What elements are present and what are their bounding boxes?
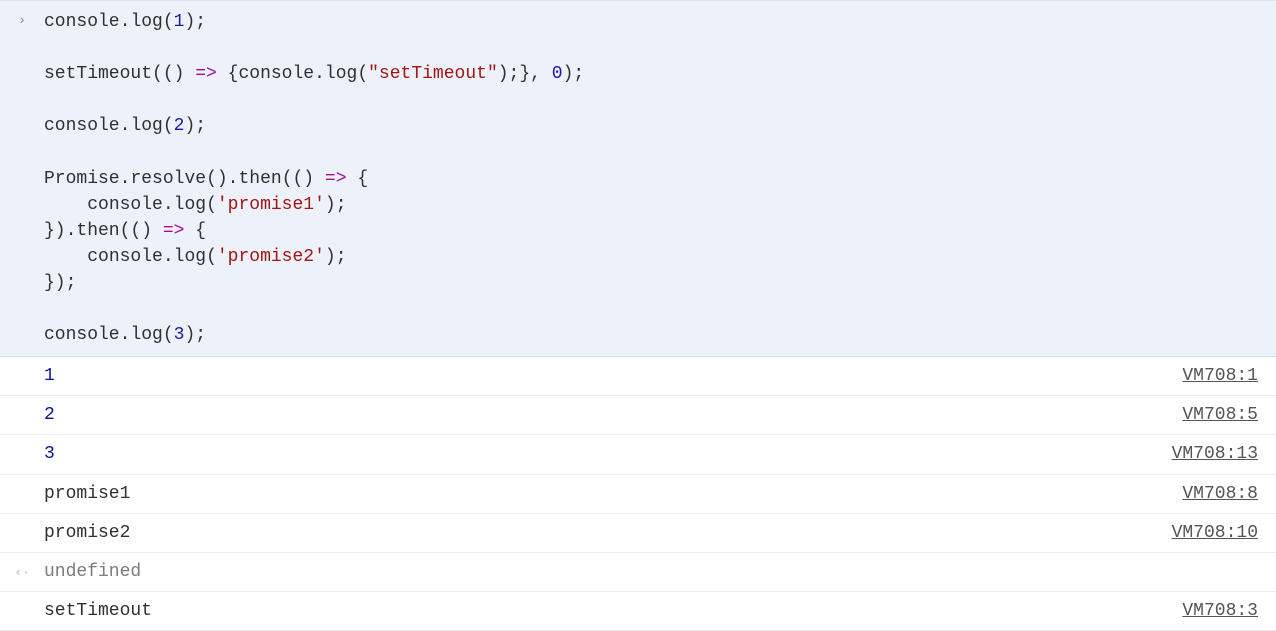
code-line: setTimeout(() => {console.log("setTimeou… bbox=[44, 61, 1264, 87]
code-line: console.log(2); bbox=[44, 113, 1264, 139]
code-token: ( bbox=[163, 12, 174, 32]
code-line: console.log(1); bbox=[44, 9, 1264, 35]
code-input-area[interactable]: console.log(1); setTimeout(() => {consol… bbox=[44, 9, 1276, 348]
code-token: ( bbox=[206, 195, 217, 215]
code-token: 'promise1' bbox=[217, 195, 325, 215]
code-token: ( bbox=[206, 247, 217, 267]
return-arrow-icon: ‹· bbox=[0, 559, 44, 585]
code-token: log bbox=[325, 64, 357, 84]
code-line: Promise.resolve().then(() => { bbox=[44, 166, 1264, 192]
source-link[interactable]: VM708:1 bbox=[1182, 363, 1264, 389]
code-token: . bbox=[120, 12, 131, 32]
code-token: log bbox=[174, 195, 206, 215]
output-message: promise1 bbox=[44, 481, 1182, 507]
code-token: 'promise2' bbox=[217, 247, 325, 267]
code-token: "setTimeout" bbox=[368, 64, 498, 84]
code-token: console bbox=[87, 195, 163, 215]
code-token: ); bbox=[563, 64, 585, 84]
code-line: console.log(3); bbox=[44, 322, 1264, 348]
output-message: undefined bbox=[44, 559, 1264, 585]
console-log-row: 3VM708:13 bbox=[0, 435, 1276, 474]
code-token: ( bbox=[163, 325, 174, 345]
code-token: console bbox=[238, 64, 314, 84]
console-output-list: 1VM708:12VM708:53VM708:13promise1VM708:8… bbox=[0, 357, 1276, 631]
code-token: { bbox=[217, 64, 239, 84]
source-link[interactable]: VM708:8 bbox=[1182, 481, 1264, 507]
code-token: (() bbox=[282, 169, 325, 189]
code-token: 1 bbox=[174, 12, 185, 32]
code-line bbox=[44, 296, 1264, 322]
console-input-block[interactable]: › console.log(1); setTimeout(() => {cons… bbox=[0, 0, 1276, 357]
console-log-row: 2VM708:5 bbox=[0, 396, 1276, 435]
code-line bbox=[44, 87, 1264, 113]
code-line: }).then(() => { bbox=[44, 218, 1264, 244]
code-token: . bbox=[120, 325, 131, 345]
code-token: 3 bbox=[174, 325, 185, 345]
code-token: resolve bbox=[130, 169, 206, 189]
code-token: . bbox=[163, 247, 174, 267]
code-token: log bbox=[130, 325, 162, 345]
code-token: ( bbox=[163, 116, 174, 136]
source-link[interactable]: VM708:13 bbox=[1172, 441, 1264, 467]
output-message: 2 bbox=[44, 402, 1182, 428]
code-token: => bbox=[163, 221, 185, 241]
code-token: ); bbox=[325, 195, 347, 215]
code-token: }). bbox=[44, 221, 76, 241]
code-token: => bbox=[325, 169, 347, 189]
code-token: { bbox=[347, 169, 369, 189]
input-prompt-gutter: › bbox=[0, 9, 44, 37]
console-log-row: promise2VM708:10 bbox=[0, 514, 1276, 553]
code-token bbox=[44, 195, 87, 215]
code-token: => bbox=[195, 64, 217, 84]
console-log-row: 1VM708:1 bbox=[0, 357, 1276, 396]
code-token: log bbox=[130, 12, 162, 32]
console-log-row: promise1VM708:8 bbox=[0, 475, 1276, 514]
code-line: console.log('promise1'); bbox=[44, 192, 1264, 218]
code-token: (() bbox=[152, 64, 195, 84]
output-message: setTimeout bbox=[44, 598, 1182, 624]
code-token bbox=[44, 247, 87, 267]
code-token: ); bbox=[184, 12, 206, 32]
code-token: then bbox=[76, 221, 119, 241]
code-token: (() bbox=[120, 221, 163, 241]
output-message: 1 bbox=[44, 363, 1182, 389]
code-token: 2 bbox=[174, 116, 185, 136]
code-token: . bbox=[163, 195, 174, 215]
code-line: }); bbox=[44, 270, 1264, 296]
code-token: Promise bbox=[44, 169, 120, 189]
code-token: console bbox=[87, 247, 163, 267]
code-token: console bbox=[44, 116, 120, 136]
code-token: . bbox=[120, 116, 131, 136]
code-token: setTimeout bbox=[44, 64, 152, 84]
source-link[interactable]: VM708:10 bbox=[1172, 520, 1264, 546]
code-token: log bbox=[130, 116, 162, 136]
code-token: );}, bbox=[498, 64, 552, 84]
code-token: . bbox=[120, 169, 131, 189]
code-token: log bbox=[174, 247, 206, 267]
code-token: console bbox=[44, 12, 120, 32]
code-token: }); bbox=[44, 273, 76, 293]
code-token: ( bbox=[357, 64, 368, 84]
code-token: { bbox=[184, 221, 206, 241]
console-return-row: ‹·undefined bbox=[0, 553, 1276, 592]
code-token: ); bbox=[325, 247, 347, 267]
code-token: (). bbox=[206, 169, 238, 189]
console-log-row: setTimeoutVM708:3 bbox=[0, 592, 1276, 631]
source-link[interactable]: VM708:5 bbox=[1182, 402, 1264, 428]
code-token: ); bbox=[184, 116, 206, 136]
code-line: console.log('promise2'); bbox=[44, 244, 1264, 270]
code-line bbox=[44, 139, 1264, 165]
code-line bbox=[44, 35, 1264, 61]
output-message: promise2 bbox=[44, 520, 1172, 546]
output-message: 3 bbox=[44, 441, 1172, 467]
code-token: . bbox=[314, 64, 325, 84]
source-link[interactable]: VM708:3 bbox=[1182, 598, 1264, 624]
code-token: 0 bbox=[552, 64, 563, 84]
code-token: console bbox=[44, 325, 120, 345]
code-token: ); bbox=[184, 325, 206, 345]
chevron-right-icon: › bbox=[18, 11, 26, 31]
code-token: then bbox=[238, 169, 281, 189]
